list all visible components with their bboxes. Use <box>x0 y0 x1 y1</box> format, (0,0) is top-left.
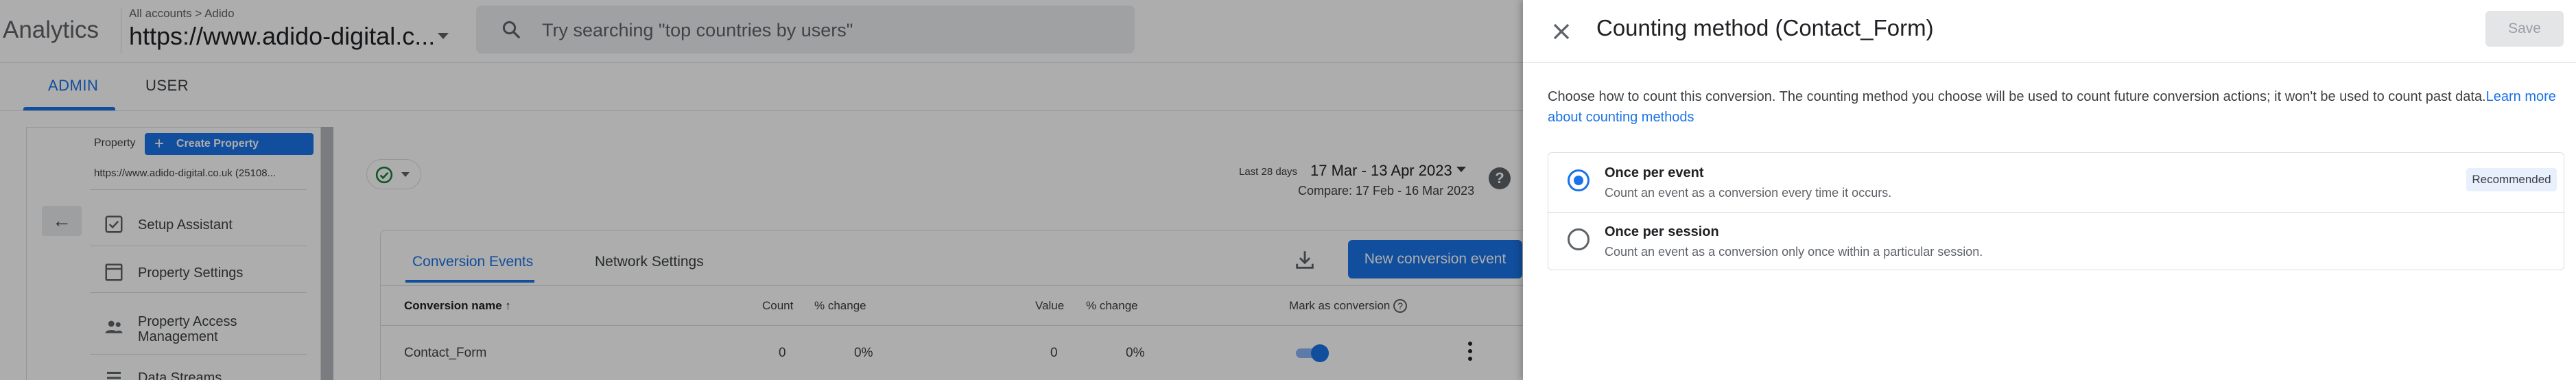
option-description: Count an event as a conversion every tim… <box>1605 186 1892 200</box>
option-title[interactable]: Once per session <box>1605 224 1719 240</box>
modal-scrim[interactable] <box>0 0 1523 380</box>
close-icon[interactable] <box>1548 18 1575 45</box>
panel-description: Choose how to count this conversion. The… <box>1548 86 2563 128</box>
radio-selected-dot <box>1574 176 1583 185</box>
option-title[interactable]: Once per event <box>1605 165 1704 181</box>
radio-once-per-session[interactable] <box>1568 228 1590 250</box>
save-button[interactable]: Save <box>2485 11 2564 47</box>
counting-options: Once per event Count an event as a conve… <box>1548 152 2564 270</box>
description-text: Choose how to count this conversion. The… <box>1548 89 2486 104</box>
analytics-admin-page: Analytics All accounts > Adido https://w… <box>0 0 1523 380</box>
panel-header: Counting method (Contact_Form) Save <box>1523 0 2576 63</box>
panel-title: Counting method (Contact_Form) <box>1596 15 1934 40</box>
option-description: Count an event as a conversion only once… <box>1605 245 1983 259</box>
counting-method-panel: Counting method (Contact_Form) Save Choo… <box>1523 0 2576 380</box>
recommended-badge: Recommended <box>2466 168 2557 191</box>
divider <box>1548 212 2564 213</box>
radio-once-per-event[interactable] <box>1568 169 1590 191</box>
